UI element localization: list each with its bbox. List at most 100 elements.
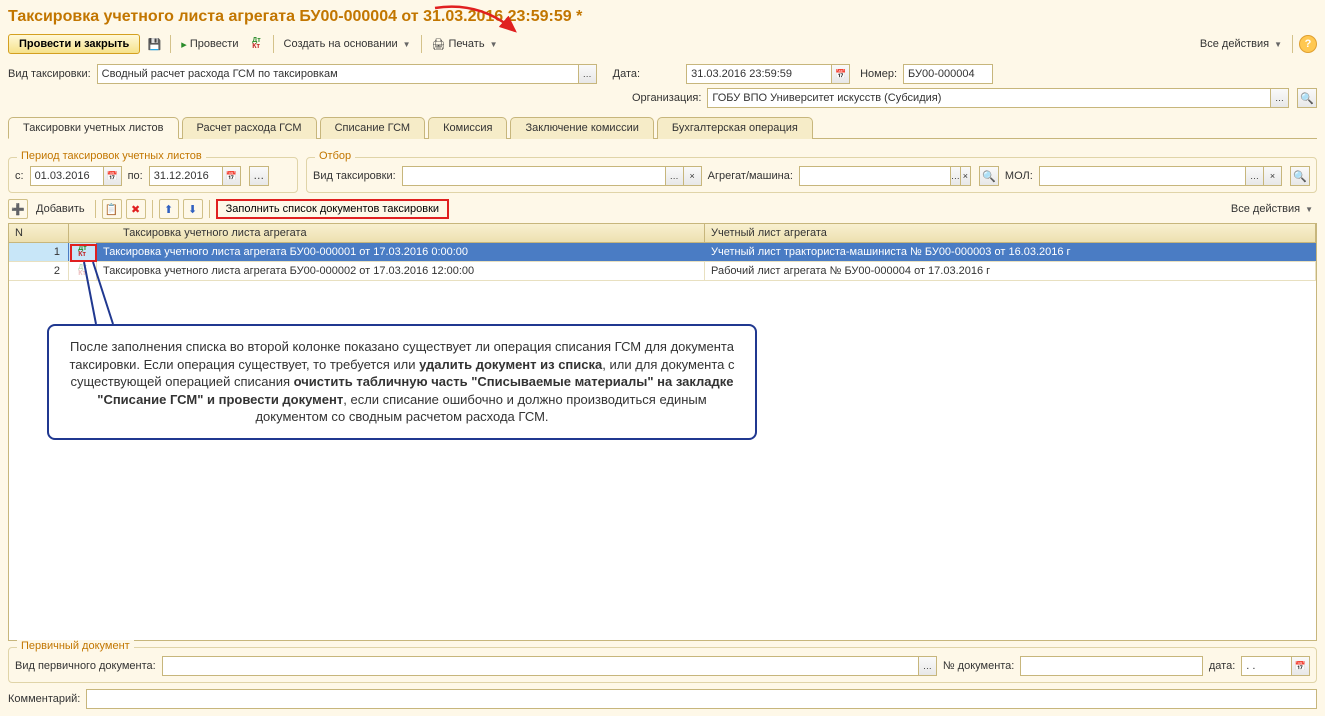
org-field[interactable]: ГОБУ ВПО Университет искусств (Субсидия)… bbox=[707, 88, 1289, 108]
table-all-actions-label: Все действия bbox=[1231, 203, 1300, 215]
doc-date-field[interactable]: . . 📅 bbox=[1241, 656, 1310, 676]
print-label: Печать bbox=[449, 38, 485, 50]
period-select-button[interactable]: … bbox=[249, 166, 269, 186]
tab-accounting[interactable]: Бухгалтерская операция bbox=[657, 117, 813, 139]
number-value: БУ00-000004 bbox=[904, 65, 992, 83]
cell-doc: Таксировка учетного листа агрегата БУ00-… bbox=[97, 243, 705, 261]
filter-unit-input[interactable] bbox=[800, 167, 950, 185]
separator bbox=[95, 200, 96, 218]
number-label: Номер: bbox=[860, 68, 897, 80]
search-icon[interactable]: 🔍 bbox=[1297, 88, 1317, 108]
cell-sheet: Учетный лист тракториста-машиниста № БУ0… bbox=[705, 243, 1316, 261]
filter-mol-field[interactable]: … × bbox=[1039, 166, 1282, 186]
post-icon: ▸ bbox=[181, 38, 187, 51]
col-n[interactable]: N bbox=[9, 224, 69, 242]
tab-conclusion[interactable]: Заключение комиссии bbox=[510, 117, 653, 139]
clear-icon[interactable]: × bbox=[683, 167, 701, 185]
tab-fuel-writeoff[interactable]: Списание ГСМ bbox=[320, 117, 426, 139]
ellipsis-icon[interactable]: … bbox=[950, 167, 960, 185]
table-all-actions-button[interactable]: Все действия ▼ bbox=[1227, 201, 1317, 217]
chevron-down-icon: ▼ bbox=[403, 40, 411, 49]
primary-doc-title: Первичный документ bbox=[17, 640, 134, 652]
date-field[interactable]: 31.03.2016 23:59:59 📅 bbox=[686, 64, 850, 84]
period-from-value: 01.03.2016 bbox=[31, 167, 103, 185]
doc-number-label: № документа: bbox=[943, 660, 1015, 672]
filter-unit-field[interactable]: … × bbox=[799, 166, 971, 186]
table-row[interactable]: 2 ДтКт Таксировка учетного листа агрегат… bbox=[9, 262, 1316, 281]
post-label: Провести bbox=[190, 38, 239, 50]
clear-icon[interactable]: × bbox=[1263, 167, 1281, 185]
chevron-down-icon: ▼ bbox=[1305, 205, 1313, 214]
dk-icon[interactable]: ДтКт bbox=[247, 34, 267, 54]
callout-bold: удалить документ из списка bbox=[419, 357, 602, 372]
separator bbox=[170, 35, 171, 53]
post-button[interactable]: ▸ Провести bbox=[177, 36, 242, 53]
filter-taxing-field[interactable]: … × bbox=[402, 166, 702, 186]
chevron-down-icon: ▼ bbox=[490, 40, 498, 49]
table-header: N Таксировка учетного листа агрегата Уче… bbox=[9, 224, 1316, 243]
doc-type-field[interactable]: … bbox=[162, 656, 937, 676]
move-up-icon[interactable]: ⬆ bbox=[159, 199, 179, 219]
add-icon[interactable]: ➕ bbox=[8, 199, 28, 219]
fill-list-button[interactable]: Заполнить список документов таксировки bbox=[216, 199, 449, 219]
calendar-icon[interactable]: 📅 bbox=[103, 167, 121, 185]
comment-label: Комментарий: bbox=[8, 693, 80, 705]
col-doc[interactable]: Таксировка учетного листа агрегата bbox=[69, 224, 705, 242]
post-and-close-button[interactable]: Провести и закрыть bbox=[8, 34, 140, 54]
copy-icon[interactable]: 📋 bbox=[102, 199, 122, 219]
print-button[interactable]: 🖨 Печать ▼ bbox=[428, 36, 502, 53]
all-actions-button[interactable]: Все действия ▼ bbox=[1196, 36, 1286, 52]
move-down-icon[interactable]: ⬇ bbox=[183, 199, 203, 219]
calendar-icon[interactable]: 📅 bbox=[1291, 657, 1309, 675]
ellipsis-icon[interactable]: … bbox=[578, 65, 596, 83]
search-icon[interactable]: 🔍 bbox=[979, 166, 999, 186]
add-button[interactable]: Добавить bbox=[32, 201, 89, 217]
separator bbox=[273, 35, 274, 53]
ellipsis-icon[interactable]: … bbox=[665, 167, 683, 185]
date-value: 31.03.2016 23:59:59 bbox=[687, 65, 831, 83]
calendar-icon[interactable]: 📅 bbox=[831, 65, 849, 83]
comment-input[interactable] bbox=[87, 690, 1316, 708]
filter-mol-input[interactable] bbox=[1040, 167, 1245, 185]
callout-tail bbox=[81, 262, 141, 332]
chevron-down-icon: ▼ bbox=[1274, 40, 1282, 49]
doc-number-field[interactable] bbox=[1020, 656, 1203, 676]
delete-icon[interactable]: ✖ bbox=[126, 199, 146, 219]
ellipsis-icon[interactable]: … bbox=[918, 657, 936, 675]
save-icon[interactable]: 💾 bbox=[144, 34, 164, 54]
period-to-value: 31.12.2016 bbox=[150, 167, 222, 185]
ellipsis-icon[interactable]: … bbox=[1270, 89, 1288, 107]
doc-type-input[interactable] bbox=[163, 657, 918, 675]
cell-n: 2 bbox=[9, 262, 69, 280]
period-from-field[interactable]: 01.03.2016 📅 bbox=[30, 166, 122, 186]
doc-type-label: Вид первичного документа: bbox=[15, 660, 156, 672]
create-based-button[interactable]: Создать на основании ▼ bbox=[280, 36, 415, 52]
col-sheet[interactable]: Учетный лист агрегата bbox=[705, 224, 1316, 242]
tab-commission[interactable]: Комиссия bbox=[428, 117, 507, 139]
table-row[interactable]: 1 ДтКт Таксировка учетного листа агрегат… bbox=[9, 243, 1316, 262]
period-group-title: Период таксировок учетных листов bbox=[17, 150, 206, 162]
taxing-type-label: Вид таксировки: bbox=[8, 68, 91, 80]
filter-mol-label: МОЛ: bbox=[1005, 170, 1033, 182]
ellipsis-icon[interactable]: … bbox=[1245, 167, 1263, 185]
calendar-icon[interactable]: 📅 bbox=[222, 167, 240, 185]
filter-taxing-input[interactable] bbox=[403, 167, 665, 185]
tab-taxing-sheets[interactable]: Таксировки учетных листов bbox=[8, 117, 179, 139]
comment-field[interactable] bbox=[86, 689, 1317, 709]
cell-sheet: Рабочий лист агрегата № БУ00-000004 от 1… bbox=[705, 262, 1316, 280]
callout-box: После заполнения списка во второй колонк… bbox=[47, 324, 757, 440]
doc-number-input[interactable] bbox=[1021, 657, 1202, 675]
doc-date-value: . . bbox=[1242, 657, 1291, 675]
cell-doc: Таксировка учетного листа агрегата БУ00-… bbox=[97, 262, 705, 280]
number-field[interactable]: БУ00-000004 bbox=[903, 64, 993, 84]
taxing-type-value: Сводный расчет расхода ГСМ по таксировка… bbox=[98, 65, 578, 83]
help-icon[interactable]: ? bbox=[1299, 35, 1317, 53]
clear-icon[interactable]: × bbox=[960, 167, 970, 185]
separator bbox=[152, 200, 153, 218]
period-to-field[interactable]: 31.12.2016 📅 bbox=[149, 166, 241, 186]
tab-strip: Таксировки учетных листов Расчет расхода… bbox=[8, 116, 1317, 139]
taxing-type-field[interactable]: Сводный расчет расхода ГСМ по таксировка… bbox=[97, 64, 597, 84]
tab-fuel-calc[interactable]: Расчет расхода ГСМ bbox=[182, 117, 317, 139]
date-label: Дата: bbox=[613, 68, 640, 80]
search-icon[interactable]: 🔍 bbox=[1290, 166, 1310, 186]
